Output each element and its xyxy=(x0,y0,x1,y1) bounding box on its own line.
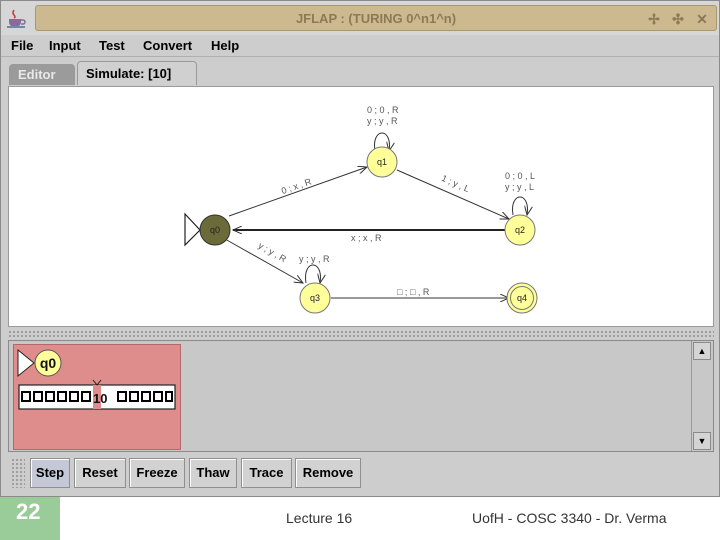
edge-label-q1-q1-b: y ; y , R xyxy=(367,116,398,126)
menu-bar: File Input Test Convert Help xyxy=(1,35,719,57)
footer-lecture: Lecture 16 xyxy=(286,510,353,526)
state-q3[interactable]: q3 xyxy=(299,282,331,314)
footer-course: UofH - COSC 3340 - Dr. Verma xyxy=(472,510,667,526)
configurations-panel: q0 10 ▲ ▼ xyxy=(8,340,714,452)
config-state-label: q0 xyxy=(40,355,57,371)
java-cup-icon xyxy=(7,9,26,28)
menu-input[interactable]: Input xyxy=(49,38,81,53)
tab-simulate[interactable]: Simulate: [10] xyxy=(77,61,197,85)
simulation-toolbar: Step Reset Freeze Thaw Trace Remove xyxy=(8,455,714,491)
state-label-q3: q3 xyxy=(310,293,320,303)
slide-footer: 22 Lecture 16 UofH - COSC 3340 - Dr. Ver… xyxy=(0,497,720,540)
menu-file[interactable]: File xyxy=(11,38,33,53)
start-state-marker xyxy=(184,212,201,247)
maximize-icon[interactable]: ✣ xyxy=(670,11,686,27)
configuration-card[interactable]: q0 10 xyxy=(13,344,181,450)
scroll-down-icon[interactable]: ▼ xyxy=(693,432,711,450)
minimize-icon[interactable]: ✢ xyxy=(646,11,662,27)
remove-button[interactable]: Remove xyxy=(295,458,361,488)
title-bar[interactable]: JFLAP : (TURING 0^n1^n) ✢ ✣ ✕ xyxy=(1,1,719,35)
tape-content: 10 xyxy=(93,391,107,406)
split-pane-divider[interactable] xyxy=(8,330,714,338)
thaw-button[interactable]: Thaw xyxy=(189,458,237,488)
state-q0[interactable]: q0 xyxy=(199,214,231,246)
menu-convert[interactable]: Convert xyxy=(143,38,192,53)
tape-head-marker xyxy=(92,379,102,386)
state-label-q4: q4 xyxy=(517,293,527,303)
state-label-q0: q0 xyxy=(210,225,220,235)
state-q4[interactable]: q4 xyxy=(506,282,538,314)
edge-label-q2-q2-a: 0 ; 0 , L xyxy=(505,171,535,181)
config-start-marker xyxy=(17,348,35,378)
state-q1[interactable]: q1 xyxy=(366,146,398,178)
edge-label-q3-q3: y ; y , R xyxy=(299,254,330,264)
menu-test[interactable]: Test xyxy=(99,38,125,53)
edge-q3-q3[interactable] xyxy=(305,264,321,283)
edge-label-q0-q1: 0 ; x , R xyxy=(280,176,313,196)
title-pill: JFLAP : (TURING 0^n1^n) ✢ ✣ ✕ xyxy=(35,5,717,31)
toolbar-grip[interactable] xyxy=(11,458,25,488)
menu-help[interactable]: Help xyxy=(211,38,239,53)
close-icon[interactable]: ✕ xyxy=(694,11,710,27)
edge-label-q1-q1-a: 0 ; 0 , R xyxy=(367,105,399,115)
reset-button[interactable]: Reset xyxy=(74,458,126,488)
edge-q0-q1[interactable] xyxy=(228,167,367,217)
freeze-button[interactable]: Freeze xyxy=(129,458,185,488)
edge-label-q2-q2-b: y ; y , L xyxy=(505,182,534,192)
window-title: JFLAP : (TURING 0^n1^n) xyxy=(295,11,457,26)
edge-label-q2-q0: x ; x , R xyxy=(351,233,382,243)
vertical-scrollbar[interactable]: ▲ ▼ xyxy=(691,341,711,451)
trace-button[interactable]: Trace xyxy=(241,458,292,488)
step-button[interactable]: Step xyxy=(30,458,70,488)
state-q2[interactable]: q2 xyxy=(504,214,536,246)
slide-number: 22 xyxy=(0,497,60,540)
scroll-up-icon[interactable]: ▲ xyxy=(693,342,711,360)
edge-q2-q2[interactable] xyxy=(512,196,528,215)
edge-label-q3-q4: □ ; □ , R xyxy=(397,287,430,297)
configuration-view: q0 10 xyxy=(17,348,176,410)
edge-label-q0-q3: y ; y , R xyxy=(257,240,289,264)
automaton-canvas[interactable]: 0 ; x , R 0 ; 0 , R y ; y , R 1 ; y , L … xyxy=(8,86,714,327)
automaton-diagram: 0 ; x , R 0 ; 0 , R y ; y , R 1 ; y , L … xyxy=(184,105,538,314)
state-label-q1: q1 xyxy=(377,157,387,167)
state-label-q2: q2 xyxy=(515,225,525,235)
jflap-window: JFLAP : (TURING 0^n1^n) ✢ ✣ ✕ File Input… xyxy=(0,0,720,497)
tab-editor[interactable]: Editor xyxy=(9,64,75,85)
